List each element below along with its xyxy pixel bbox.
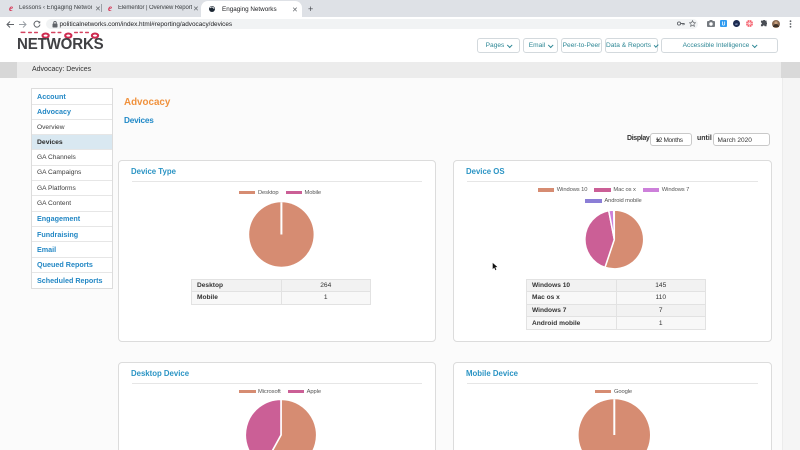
svg-text:U: U [721,21,725,27]
svg-text:ab: ab [735,22,739,26]
